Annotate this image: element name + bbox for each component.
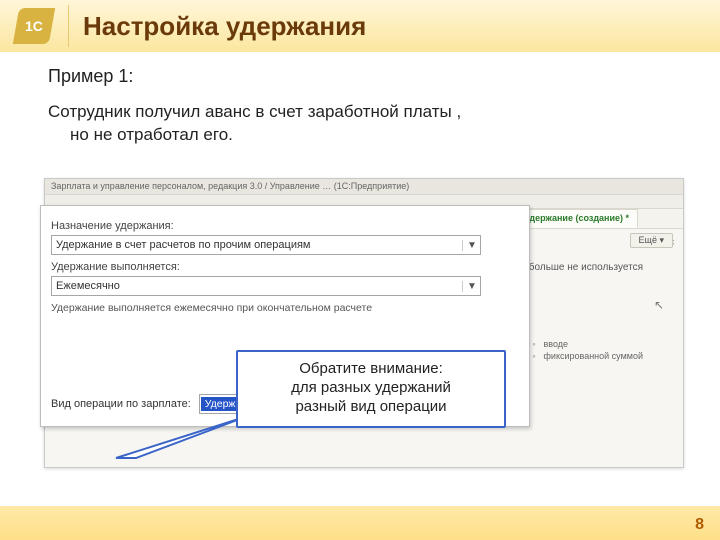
radio-vvod[interactable]: ◦ вводе	[532, 339, 643, 349]
more-button[interactable]: Ещё ▾	[630, 233, 673, 248]
app-titlebar: Зарплата и управление персоналом, редакц…	[45, 179, 683, 195]
label-how: Удержание выполняется:	[51, 261, 519, 273]
example-label: Пример 1:	[48, 66, 684, 87]
label-purpose: Назначение удержания:	[51, 220, 519, 232]
page-number: 8	[695, 516, 704, 534]
slide-header: 1C Настройка удержания	[0, 0, 720, 52]
cursor-icon: ↖	[654, 298, 664, 312]
chevron-down-icon: ▼	[462, 281, 476, 292]
slide-footer-band	[0, 506, 720, 540]
select-how-value: Ежемесячно	[56, 280, 120, 292]
title-divider	[68, 5, 69, 47]
select-purpose[interactable]: Удержание в счет расчетов по прочим опер…	[51, 235, 481, 255]
callout-note: Обратите внимание: для разных удержаний …	[236, 350, 506, 428]
select-purpose-value: Удержание в счет расчетов по прочим опер…	[56, 239, 311, 251]
logo-1c: 1C	[14, 6, 54, 46]
label-operation-type: Вид операции по зарплате:	[51, 398, 191, 410]
panel-note: Удержание выполняется ежемесячно при око…	[51, 302, 519, 314]
slide-title: Настройка удержания	[83, 11, 366, 42]
chevron-down-icon: ▼	[462, 240, 476, 251]
tab-deduction-create[interactable]: Удержание (создание) *	[515, 209, 638, 228]
radio-fixed[interactable]: ◦ фиксированной суммой	[532, 351, 643, 361]
select-how[interactable]: Ежемесячно ▼	[51, 276, 481, 296]
example-text: Сотрудник получил аванс в счет заработно…	[48, 101, 684, 147]
